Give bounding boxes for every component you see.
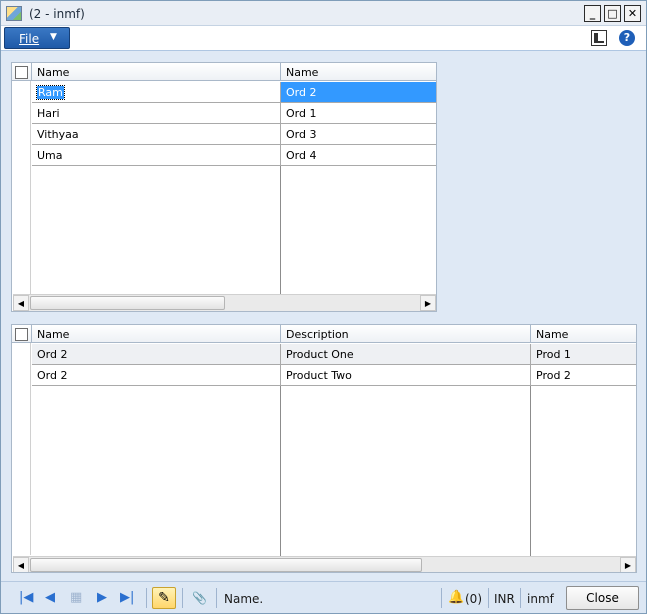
order-lines-grid: Name Description Name Ord 2 Product One … [11, 324, 637, 573]
table-cell[interactable]: Product Two [281, 365, 531, 386]
file-menu-button[interactable]: File ▼ [4, 27, 70, 49]
divider [182, 588, 183, 608]
horizontal-scrollbar[interactable]: ◀ ▶ [13, 556, 636, 572]
column-header-product-name[interactable]: Name [531, 325, 636, 343]
table-cell[interactable]: Prod 2 [531, 365, 636, 386]
table-cell[interactable]: Ram [32, 82, 281, 103]
attachment-icon[interactable]: 📎 [192, 591, 207, 605]
column-divider [530, 386, 531, 556]
table-cell[interactable]: Vithyaa [32, 124, 281, 145]
row-selector-column [12, 343, 31, 555]
divider [441, 588, 442, 608]
horizontal-scrollbar[interactable]: ◀ ▶ [13, 294, 436, 311]
grid-view-icon[interactable]: ▦ [70, 591, 82, 605]
table-cell[interactable]: Ord 1 [281, 103, 436, 124]
column-header-description[interactable]: Description [281, 325, 531, 343]
scroll-left-icon[interactable]: ◀ [13, 295, 29, 311]
field-help-text: Name. [224, 592, 264, 606]
table-cell[interactable]: Ord 2 [281, 82, 436, 103]
bell-icon[interactable]: 🔔 [448, 590, 464, 605]
table-cell[interactable]: Uma [32, 145, 281, 166]
chevron-down-icon: ▼ [50, 32, 57, 42]
column-divider [280, 166, 281, 294]
scroll-left-icon[interactable]: ◀ [13, 557, 29, 572]
last-record-icon[interactable]: ▶| [120, 591, 134, 605]
maximize-button[interactable]: □ [604, 5, 621, 22]
divider [146, 588, 147, 608]
title-bar: (2 - inmf) _ □ ✕ [1, 1, 646, 26]
help-icon[interactable]: ? [619, 30, 635, 46]
menu-bar: File ▼ ? [1, 26, 646, 51]
table-cell[interactable]: Ord 2 [32, 365, 281, 386]
select-all-checkbox[interactable] [15, 66, 28, 79]
column-divider [280, 386, 281, 556]
currency-indicator[interactable]: INR [494, 592, 515, 606]
table-cell[interactable]: Product One [281, 344, 531, 365]
table-cell[interactable]: Ord 4 [281, 145, 436, 166]
scroll-right-icon[interactable]: ▶ [420, 295, 436, 311]
divider [488, 588, 489, 608]
table-cell[interactable]: Prod 1 [531, 344, 636, 365]
column-header-name[interactable]: Name [32, 63, 281, 81]
divider [216, 588, 217, 608]
notification-count[interactable]: (0) [465, 592, 482, 606]
column-header-name[interactable]: Name [32, 325, 281, 343]
status-bar: |◀ ◀ ▦ ▶ ▶| ✎ 📎 Name. 🔔 (0) INR inmf Clo… [1, 581, 646, 613]
previous-record-icon[interactable]: ◀ [45, 591, 55, 605]
divider [520, 588, 521, 608]
scroll-right-icon[interactable]: ▶ [620, 557, 636, 572]
scroll-thumb[interactable] [30, 558, 422, 572]
select-all-checkbox[interactable] [15, 328, 28, 341]
app-icon [6, 6, 22, 21]
first-record-icon[interactable]: |◀ [19, 591, 33, 605]
layout-toggle-icon[interactable] [591, 30, 607, 46]
column-header-order-name[interactable]: Name [281, 63, 436, 81]
table-cell[interactable]: Ord 3 [281, 124, 436, 145]
row-selector-column [12, 81, 31, 294]
customer-order-grid: Name Name Ram Ord 2 Hari Ord 1 Vithyaa O… [11, 62, 437, 312]
edit-mode-button[interactable]: ✎ [152, 587, 176, 609]
close-button[interactable]: Close [566, 586, 639, 610]
file-menu-label: File [19, 32, 40, 46]
form-window: (2 - inmf) _ □ ✕ File ▼ ? Name Name Ram … [0, 0, 647, 614]
table-cell[interactable]: Hari [32, 103, 281, 124]
table-cell[interactable]: Ord 2 [32, 344, 281, 365]
scroll-thumb[interactable] [30, 296, 225, 310]
next-record-icon[interactable]: ▶ [97, 591, 107, 605]
close-window-button[interactable]: ✕ [624, 5, 641, 22]
window-title: (2 - inmf) [29, 7, 85, 21]
company-indicator[interactable]: inmf [527, 592, 554, 606]
minimize-button[interactable]: _ [584, 5, 601, 22]
